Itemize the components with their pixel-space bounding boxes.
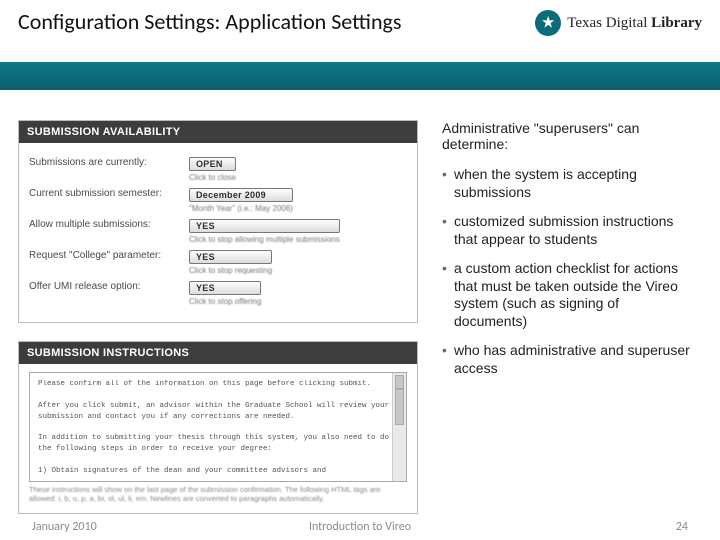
slide: Configuration Settings: Application Sett… xyxy=(0,0,720,540)
setting-row: Request "College" parameter: YES Click t… xyxy=(29,250,407,275)
toggle-button[interactable]: YES xyxy=(189,219,340,233)
setting-hint: Click to stop allowing multiple submissi… xyxy=(189,235,340,244)
setting-label: Current submission semester: xyxy=(29,188,179,199)
brand-prefix: Texas Digital xyxy=(567,15,651,31)
footer: January 2010 Introduction to Vireo 24 xyxy=(0,520,720,534)
toggle-button[interactable]: YES xyxy=(189,281,261,295)
header: Configuration Settings: Application Sett… xyxy=(0,0,720,58)
scrollbar[interactable] xyxy=(392,373,406,481)
list-item: who has administrative and superuser acc… xyxy=(442,342,692,377)
setting-hint: Click to stop offering xyxy=(189,297,261,306)
panel-instructions: SUBMISSION INSTRUCTIONS Please confirm a… xyxy=(18,341,418,514)
setting-hint: Click to stop requesting xyxy=(189,266,272,275)
instructions-editor[interactable]: Please confirm all of the information on… xyxy=(29,372,407,482)
brand-logo: Texas Digital Library xyxy=(535,10,702,36)
panel-heading: SUBMISSION INSTRUCTIONS xyxy=(19,342,417,364)
setting-row: Current submission semester: December 20… xyxy=(29,188,407,213)
content: SUBMISSION AVAILABILITY Submissions are … xyxy=(0,90,720,532)
setting-row: Allow multiple submissions: YES Click to… xyxy=(29,219,407,244)
panel-availability: SUBMISSION AVAILABILITY Submissions are … xyxy=(18,120,418,323)
panel-heading: SUBMISSION AVAILABILITY xyxy=(19,121,417,143)
editor-text: Please confirm all of the information on… xyxy=(30,373,406,482)
footer-title: Introduction to Vireo xyxy=(309,520,411,534)
list-item: when the system is accepting submissions xyxy=(442,166,692,201)
toggle-button[interactable]: OPEN xyxy=(189,157,236,171)
value-button[interactable]: December 2009 xyxy=(189,188,293,202)
panel-body: Please confirm all of the information on… xyxy=(19,364,417,513)
star-icon xyxy=(535,10,561,36)
brand-bold: Library xyxy=(651,15,702,31)
toggle-button[interactable]: YES xyxy=(189,250,272,264)
right-column: Administrative "superusers" can determin… xyxy=(442,120,692,532)
setting-hint: "Month Year" (i.e.: May 2006) xyxy=(189,204,293,213)
page-number: 24 xyxy=(676,520,688,534)
setting-label: Submissions are currently: xyxy=(29,157,179,168)
list-item: customized submission instructions that … xyxy=(442,213,692,248)
setting-label: Request "College" parameter: xyxy=(29,250,179,261)
panel-body: Submissions are currently: OPEN Click to… xyxy=(19,143,417,322)
footer-date: January 2010 xyxy=(32,520,97,534)
bullet-list: when the system is accepting submissions… xyxy=(442,166,692,377)
setting-row: Offer UMI release option: YES Click to s… xyxy=(29,281,407,306)
editor-footnote: These instructions will show on the last… xyxy=(29,485,407,503)
lead-text: Administrative "superusers" can determin… xyxy=(442,120,692,152)
left-column: SUBMISSION AVAILABILITY Submissions are … xyxy=(18,120,418,532)
brand-text: Texas Digital Library xyxy=(567,15,702,32)
setting-label: Offer UMI release option: xyxy=(29,281,179,292)
setting-row: Submissions are currently: OPEN Click to… xyxy=(29,157,407,182)
accent-bar xyxy=(0,62,720,90)
setting-hint: Click to close xyxy=(189,173,236,182)
list-item: a custom action checklist for actions th… xyxy=(442,260,692,330)
setting-label: Allow multiple submissions: xyxy=(29,219,179,230)
